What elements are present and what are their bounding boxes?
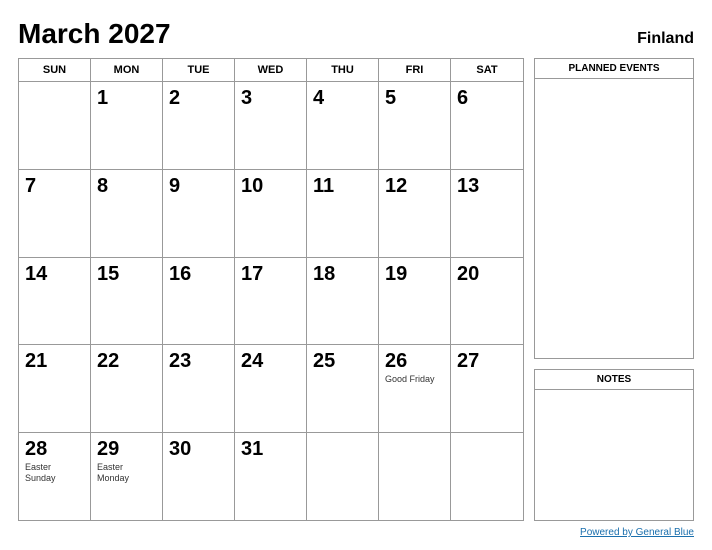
day-of-week-header: TUE (163, 59, 235, 81)
calendar-day-cell (379, 433, 451, 520)
day-number: 11 (313, 174, 334, 198)
calendar-day-cell: 15 (91, 258, 163, 345)
day-number: 26 (385, 349, 407, 373)
calendar-week-row: 14 15 16 17 18 19 20 (19, 258, 523, 346)
month-title: March 2027 (18, 18, 171, 50)
calendar-week-row: 7 8 9 10 11 12 13 (19, 170, 523, 258)
calendar-day-cell: 2 (163, 82, 235, 169)
calendar-page: March 2027 Finland SUNMONTUEWEDTHUFRISAT… (0, 0, 712, 550)
calendar-day-cell: 8 (91, 170, 163, 257)
day-number: 2 (169, 86, 180, 110)
day-number: 14 (25, 262, 47, 286)
day-number: 19 (385, 262, 407, 286)
calendar-day-cell: 6 (451, 82, 523, 169)
calendar-week-row: 1 2 3 4 5 6 (19, 82, 523, 170)
event-label: Easter Sunday (25, 462, 84, 484)
day-number: 18 (313, 262, 335, 286)
calendar-day-cell (451, 433, 523, 520)
calendar-week-row: 212223242526Good Friday27 (19, 345, 523, 433)
calendar-day-cell: 24 (235, 345, 307, 432)
sidebar: PLANNED EVENTS NOTES (534, 58, 694, 521)
day-of-week-header: MON (91, 59, 163, 81)
day-number: 27 (457, 349, 479, 373)
day-of-week-header: SAT (451, 59, 523, 81)
calendar-day-cell: 14 (19, 258, 91, 345)
calendar-day-cell: 1 (91, 82, 163, 169)
calendar-week-row: 28Easter Sunday29Easter Monday3031 (19, 433, 523, 520)
calendar-day-cell: 20 (451, 258, 523, 345)
calendar-day-cell: 4 (307, 82, 379, 169)
day-of-week-header: FRI (379, 59, 451, 81)
calendar-day-cell: 16 (163, 258, 235, 345)
day-number: 30 (169, 437, 191, 461)
calendar-day-cell: 23 (163, 345, 235, 432)
day-number: 28 (25, 437, 47, 461)
day-number: 31 (241, 437, 263, 461)
day-number: 10 (241, 174, 263, 198)
calendar-day-cell: 11 (307, 170, 379, 257)
day-number: 4 (313, 86, 324, 110)
day-number: 5 (385, 86, 396, 110)
day-number: 15 (97, 262, 119, 286)
calendar-day-cell: 30 (163, 433, 235, 520)
planned-events-box: PLANNED EVENTS (534, 58, 694, 359)
calendar-day-cell: 3 (235, 82, 307, 169)
day-of-week-header: SUN (19, 59, 91, 81)
event-label: Easter Monday (97, 462, 156, 484)
day-number: 9 (169, 174, 180, 198)
day-number: 20 (457, 262, 479, 286)
calendar-day-cell: 21 (19, 345, 91, 432)
day-of-week-header: WED (235, 59, 307, 81)
calendar-day-cell (19, 82, 91, 169)
calendar: SUNMONTUEWEDTHUFRISAT 123456789101112131… (18, 58, 524, 521)
footer: Powered by General Blue (18, 527, 694, 538)
powered-by-link[interactable]: Powered by General Blue (580, 527, 694, 538)
calendar-day-cell: 18 (307, 258, 379, 345)
day-number: 13 (457, 174, 479, 198)
calendar-day-cell: 7 (19, 170, 91, 257)
planned-events-content (535, 79, 693, 358)
calendar-day-cell: 25 (307, 345, 379, 432)
day-number: 7 (25, 174, 36, 198)
calendar-header: SUNMONTUEWEDTHUFRISAT (19, 59, 523, 82)
calendar-day-cell: 26Good Friday (379, 345, 451, 432)
calendar-day-cell: 12 (379, 170, 451, 257)
day-number: 1 (97, 86, 108, 110)
day-number: 24 (241, 349, 263, 373)
day-of-week-header: THU (307, 59, 379, 81)
calendar-day-cell: 10 (235, 170, 307, 257)
calendar-day-cell: 13 (451, 170, 523, 257)
notes-content (535, 390, 693, 520)
planned-events-title: PLANNED EVENTS (535, 59, 693, 79)
event-label: Good Friday (385, 374, 435, 385)
day-number: 8 (97, 174, 108, 198)
day-number: 21 (25, 349, 47, 373)
calendar-day-cell: 19 (379, 258, 451, 345)
calendar-day-cell: 5 (379, 82, 451, 169)
day-number: 3 (241, 86, 252, 110)
day-number: 29 (97, 437, 119, 461)
calendar-day-cell (307, 433, 379, 520)
notes-title: NOTES (535, 370, 693, 390)
calendar-day-cell: 22 (91, 345, 163, 432)
day-number: 12 (385, 174, 407, 198)
day-number: 23 (169, 349, 191, 373)
day-number: 22 (97, 349, 119, 373)
calendar-body: 1234567891011121314151617181920212223242… (19, 82, 523, 520)
header: March 2027 Finland (18, 18, 694, 50)
day-number: 17 (241, 262, 263, 286)
day-number: 25 (313, 349, 335, 373)
main-content: SUNMONTUEWEDTHUFRISAT 123456789101112131… (18, 58, 694, 521)
calendar-day-cell: 31 (235, 433, 307, 520)
calendar-day-cell: 9 (163, 170, 235, 257)
calendar-day-cell: 29Easter Monday (91, 433, 163, 520)
calendar-day-cell: 28Easter Sunday (19, 433, 91, 520)
calendar-day-cell: 17 (235, 258, 307, 345)
day-number: 16 (169, 262, 191, 286)
calendar-day-cell: 27 (451, 345, 523, 432)
day-number: 6 (457, 86, 468, 110)
country-title: Finland (637, 30, 694, 48)
notes-box: NOTES (534, 369, 694, 521)
